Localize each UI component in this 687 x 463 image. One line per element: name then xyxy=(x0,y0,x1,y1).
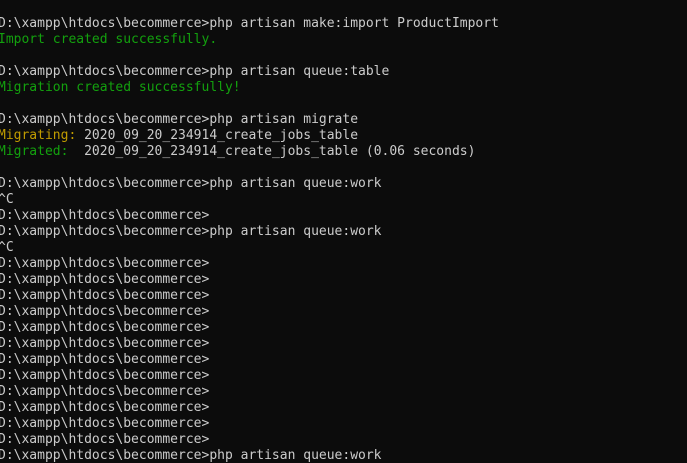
terminal-text: D:\xampp\htdocs\becommerce>php artisan q… xyxy=(0,176,382,191)
terminal-line: ^C xyxy=(0,240,687,256)
terminal-text: D:\xampp\htdocs\becommerce> xyxy=(0,384,210,399)
terminal-text: D:\xampp\htdocs\becommerce>php artisan q… xyxy=(0,64,390,79)
terminal-line: Migrating: 2020_09_20_234914_create_jobs… xyxy=(0,128,687,144)
terminal-text: 2020_09_20_234914_create_jobs_table xyxy=(76,128,359,143)
terminal-text: D:\xampp\htdocs\becommerce> xyxy=(0,304,210,319)
terminal-text: D:\xampp\htdocs\becommerce> xyxy=(0,400,210,415)
terminal-text: Migrating: xyxy=(0,128,77,143)
terminal-text: Import created successfully. xyxy=(0,32,218,47)
terminal-text: D:\xampp\htdocs\becommerce>php artisan m… xyxy=(0,16,499,31)
terminal-line: D:\xampp\htdocs\becommerce> xyxy=(0,320,687,336)
terminal-text: Migrated: xyxy=(0,144,69,159)
terminal-line: D:\xampp\htdocs\becommerce> xyxy=(0,256,687,272)
terminal-line: D:\xampp\htdocs\becommerce>php artisan q… xyxy=(0,64,687,80)
terminal-text: ^C xyxy=(0,240,14,255)
terminal-line: D:\xampp\htdocs\becommerce> xyxy=(0,384,687,400)
terminal-text: D:\xampp\htdocs\becommerce> xyxy=(0,272,210,287)
terminal-text: D:\xampp\htdocs\becommerce> xyxy=(0,336,210,351)
terminal-text: D:\xampp\htdocs\becommerce> xyxy=(0,368,210,383)
terminal-line: D:\xampp\htdocs\becommerce> xyxy=(0,288,687,304)
terminal-line: D:\xampp\htdocs\becommerce> xyxy=(0,208,687,224)
terminal-text: D:\xampp\htdocs\becommerce> xyxy=(0,288,210,303)
terminal-text: D:\xampp\htdocs\becommerce>php artisan q… xyxy=(0,448,382,463)
terminal-line: D:\xampp\htdocs\becommerce> xyxy=(0,416,687,432)
terminal-text: D:\xampp\htdocs\becommerce> xyxy=(0,416,210,431)
terminal-line: Migration created successfully! xyxy=(0,80,687,96)
terminal-text: Migration created successfully! xyxy=(0,80,241,95)
terminal-line: ^C xyxy=(0,192,687,208)
terminal-text: ^C xyxy=(0,192,14,207)
terminal-line: Migrated: 2020_09_20_234914_create_jobs_… xyxy=(0,144,687,160)
terminal-line: D:\xampp\htdocs\becommerce>php artisan m… xyxy=(0,112,687,128)
terminal-line: D:\xampp\htdocs\becommerce> xyxy=(0,304,687,320)
terminal-line: D:\xampp\htdocs\becommerce> xyxy=(0,336,687,352)
terminal-line: D:\xampp\htdocs\becommerce> xyxy=(0,272,687,288)
terminal-line: D:\xampp\htdocs\becommerce> xyxy=(0,352,687,368)
terminal-text: D:\xampp\htdocs\becommerce>php artisan m… xyxy=(0,112,359,127)
terminal-text: D:\xampp\htdocs\becommerce> xyxy=(0,256,210,271)
terminal-line: D:\xampp\htdocs\becommerce>php artisan q… xyxy=(0,176,687,192)
terminal-line: Import created successfully. xyxy=(0,32,687,48)
terminal-output[interactable]: D:\xampp\htdocs\becommerce>php artisan m… xyxy=(0,16,687,463)
terminal-line: D:\xampp\htdocs\becommerce> xyxy=(0,400,687,416)
terminal-line: D:\xampp\htdocs\becommerce> xyxy=(0,432,687,448)
terminal-line: D:\xampp\htdocs\becommerce> xyxy=(0,368,687,384)
terminal-line: D:\xampp\htdocs\becommerce>php artisan q… xyxy=(0,448,687,463)
terminal-text: D:\xampp\htdocs\becommerce> xyxy=(0,208,210,223)
terminal-text: D:\xampp\htdocs\becommerce> xyxy=(0,352,210,367)
terminal-text: D:\xampp\htdocs\becommerce> xyxy=(0,320,210,335)
terminal-line: D:\xampp\htdocs\becommerce>php artisan m… xyxy=(0,16,687,32)
terminal-line: D:\xampp\htdocs\becommerce>php artisan q… xyxy=(0,224,687,240)
terminal-text: D:\xampp\htdocs\becommerce>php artisan q… xyxy=(0,224,382,239)
terminal-text: D:\xampp\htdocs\becommerce> xyxy=(0,432,210,447)
terminal-text: 2020_09_20_234914_create_jobs_table (0.0… xyxy=(68,144,476,159)
